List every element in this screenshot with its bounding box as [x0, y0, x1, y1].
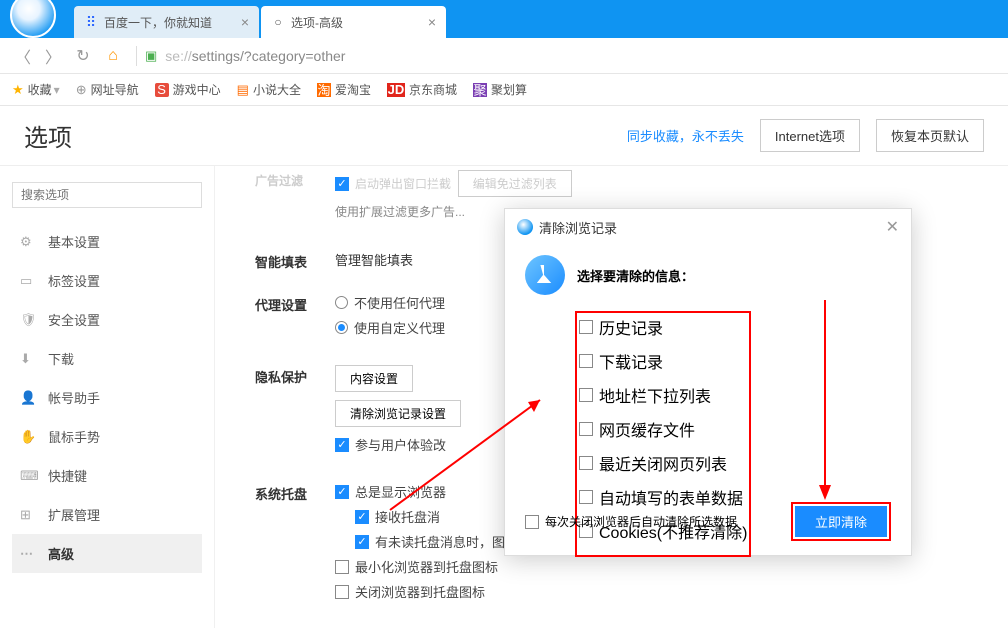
download-icon: ⬇: [20, 351, 38, 367]
paw-icon: ⠿: [84, 15, 98, 29]
sidebar-item-basic[interactable]: ⚙基本设置: [12, 222, 202, 261]
browser-logo-icon: [10, 0, 56, 38]
taobao-icon: 淘: [317, 83, 331, 97]
search-input[interactable]: [12, 182, 202, 208]
bookmark-game[interactable]: S游戏中心: [155, 81, 221, 98]
clear-history-settings-button[interactable]: 清除浏览记录设置: [335, 400, 461, 427]
address-bar: 〈 〉 ↻ ⌂ ▣ se://settings/?category=other: [0, 38, 1008, 74]
more-icon: ⋯: [20, 546, 38, 562]
book-icon: ▤: [237, 82, 249, 98]
separator: [136, 46, 137, 66]
checkbox-flash[interactable]: [355, 535, 369, 549]
dialog-icon: [517, 219, 533, 235]
checkbox-recent-closed[interactable]: [579, 456, 593, 470]
section-tray: 系统托盘: [255, 482, 335, 607]
tab-baidu[interactable]: ⠿ 百度一下，你就知道 ×: [74, 6, 259, 38]
radio-custom-proxy[interactable]: [335, 321, 348, 334]
keyboard-icon: ⌨: [20, 468, 38, 484]
sidebar-item-account[interactable]: 👤帐号助手: [12, 378, 202, 417]
content-settings-button[interactable]: 内容设置: [335, 365, 413, 392]
jd-icon: JD: [387, 83, 405, 97]
bookmark-jd[interactable]: JD京东商城: [387, 81, 457, 98]
ju-icon: 聚: [473, 83, 487, 97]
checkbox-addressbar[interactable]: [579, 388, 593, 402]
dialog-close-button[interactable]: ✕: [886, 217, 899, 237]
checkbox-cache[interactable]: [579, 422, 593, 436]
checkbox-auto-clear[interactable]: [525, 515, 539, 529]
section-proxy: 代理设置: [255, 293, 335, 343]
sidebar-item-download[interactable]: ⬇下载: [12, 339, 202, 378]
edit-filter-button[interactable]: 编辑免过滤列表: [458, 170, 572, 197]
checkbox-ux[interactable]: [335, 438, 349, 452]
gear-icon: ⚙: [20, 234, 38, 250]
tab-close-icon[interactable]: ×: [428, 14, 436, 30]
checkbox-minimize-tray[interactable]: [335, 560, 349, 574]
clear-now-button[interactable]: 立即清除: [795, 506, 887, 537]
settings-favicon-icon: ○: [271, 15, 285, 29]
back-button[interactable]: 〈: [10, 43, 36, 69]
forward-button[interactable]: 〉: [40, 43, 66, 69]
game-icon: S: [155, 83, 169, 97]
tab-settings[interactable]: ○ 选项-高级 ×: [261, 6, 446, 38]
titlebar: ⠿ 百度一下，你就知道 × ○ 选项-高级 ×: [0, 0, 1008, 38]
checkbox-always-show[interactable]: [335, 485, 349, 499]
page-title: 选项: [24, 118, 72, 153]
tab-title: 百度一下，你就知道: [104, 14, 212, 31]
section-smartfill: 智能填表: [255, 250, 335, 271]
home-button[interactable]: ⌂: [100, 43, 126, 69]
tab-title: 选项-高级: [291, 14, 343, 31]
star-icon: ★: [12, 82, 24, 98]
reload-button[interactable]: ↻: [70, 43, 96, 69]
url-scheme: se://: [165, 48, 191, 64]
sidebar: ⚙基本设置 ▭标签设置 🛡安全设置 ⬇下载 👤帐号助手 ✋鼠标手势 ⌨快捷键 ⊞…: [0, 166, 215, 628]
grid-icon: ⊞: [20, 507, 38, 523]
sidebar-item-shortcut[interactable]: ⌨快捷键: [12, 456, 202, 495]
hand-icon: ✋: [20, 429, 38, 445]
checkbox-downloads[interactable]: [579, 354, 593, 368]
user-icon: 👤: [20, 390, 38, 406]
shield-icon: 🛡: [20, 312, 38, 328]
dialog-heading: 选择要清除的信息：: [577, 266, 694, 285]
bookmark-nav[interactable]: ⊕网址导航: [76, 81, 139, 98]
tabs-container: ⠿ 百度一下，你就知道 × ○ 选项-高级 ×: [74, 6, 448, 38]
checkbox-popup[interactable]: [335, 177, 349, 191]
sidebar-item-advanced[interactable]: ⋯高级: [12, 534, 202, 573]
globe-icon: ⊕: [76, 82, 87, 98]
page-header: 选项 同步收藏，永不丢失 Internet选项 恢复本页默认: [0, 106, 1008, 166]
url-field[interactable]: se://settings/?category=other: [165, 48, 345, 64]
tab-close-icon[interactable]: ×: [241, 14, 249, 30]
sidebar-item-gesture[interactable]: ✋鼠标手势: [12, 417, 202, 456]
bookmark-ju[interactable]: 聚聚划算: [473, 81, 527, 98]
dialog-title: 清除浏览记录: [539, 218, 617, 237]
url-path: settings/?category=other: [192, 48, 346, 64]
sidebar-item-tabs[interactable]: ▭标签设置: [12, 261, 202, 300]
bookmark-novel[interactable]: ▤小说大全: [237, 81, 301, 98]
checkbox-history[interactable]: [579, 320, 593, 334]
internet-options-button[interactable]: Internet选项: [760, 119, 860, 152]
tabs-icon: ▭: [20, 273, 38, 289]
bookmarks-bar: ★收藏 ▾ ⊕网址导航 S游戏中心 ▤小说大全 淘爱淘宝 JD京东商城 聚聚划算: [0, 74, 1008, 106]
sidebar-item-extension[interactable]: ⊞扩展管理: [12, 495, 202, 534]
bookmark-favorites[interactable]: ★收藏 ▾: [12, 81, 60, 98]
annotation-red-box-2: 立即清除: [791, 502, 891, 541]
radio-no-proxy[interactable]: [335, 296, 348, 309]
shield-icon: ▣: [145, 48, 157, 64]
checkbox-close-tray[interactable]: [335, 585, 349, 599]
auto-clear-label: 每次关闭浏览器后自动清除所选数据: [545, 513, 737, 530]
sidebar-item-security[interactable]: 🛡安全设置: [12, 300, 202, 339]
sync-link[interactable]: 同步收藏，永不丢失: [627, 126, 744, 145]
manage-smartfill-link[interactable]: 管理智能填表: [335, 253, 413, 268]
broom-icon: [525, 255, 565, 295]
clear-history-dialog: 清除浏览记录 ✕ 选择要清除的信息： 历史记录 下载记录 地址栏下拉列表 网页缓…: [504, 208, 912, 556]
section-adfilter: 广告过滤: [255, 170, 335, 220]
checkbox-receive-tray[interactable]: [355, 510, 369, 524]
section-privacy: 隐私保护: [255, 365, 335, 460]
bookmark-taobao[interactable]: 淘爱淘宝: [317, 81, 371, 98]
restore-defaults-button[interactable]: 恢复本页默认: [876, 119, 984, 152]
